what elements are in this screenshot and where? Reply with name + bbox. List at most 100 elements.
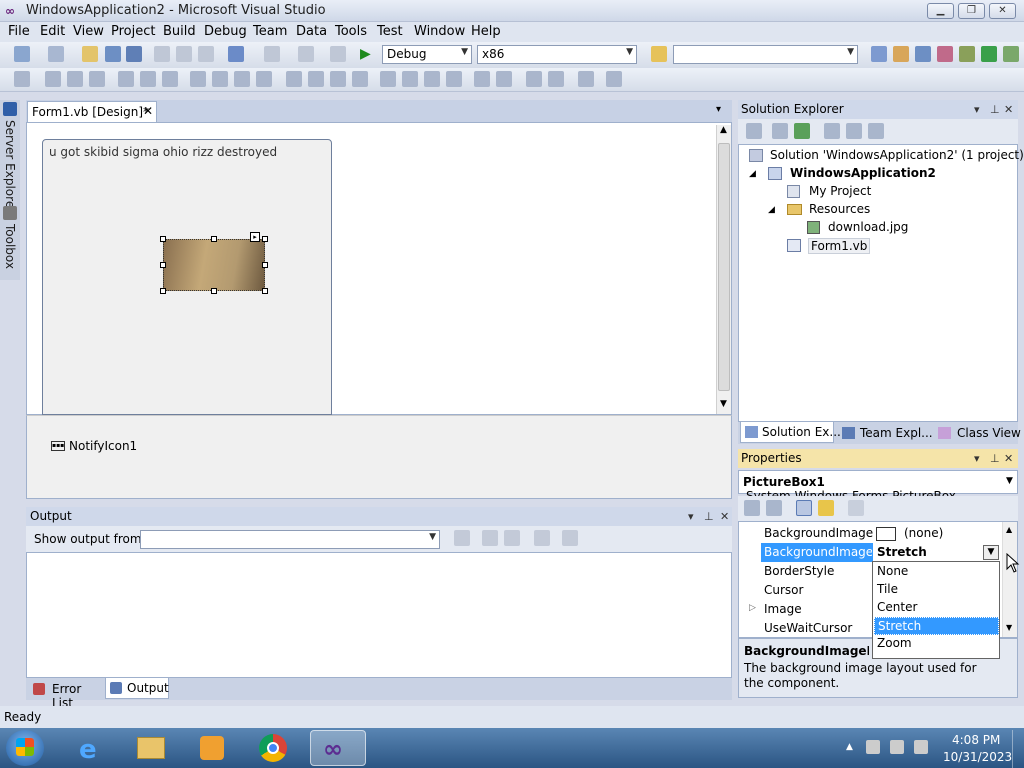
extensions-icon[interactable] — [959, 46, 975, 62]
pin-icon[interactable]: ⊥ — [990, 452, 1000, 465]
menu-edit[interactable]: Edit — [40, 24, 65, 39]
clock-date[interactable]: 10/31/2023 — [943, 750, 1012, 764]
make-same-width-icon[interactable] — [190, 71, 206, 87]
close-pane-icon[interactable]: ✕ — [720, 510, 729, 523]
menu-tools[interactable]: Tools — [335, 24, 367, 39]
increase-vertical-spacing-icon[interactable] — [402, 71, 418, 87]
dropdown-arrow-icon[interactable]: ▼ — [983, 545, 999, 560]
align-middles-icon[interactable] — [140, 71, 156, 87]
resize-handle[interactable] — [160, 236, 166, 242]
cut-icon[interactable] — [154, 46, 170, 62]
properties-view-icon[interactable] — [796, 500, 812, 516]
resize-handle[interactable] — [262, 288, 268, 294]
tab-class-view[interactable]: Class View — [938, 423, 1021, 443]
menu-debug[interactable]: Debug — [204, 24, 247, 39]
previous-message-icon[interactable] — [482, 530, 498, 546]
tab-error-list[interactable]: Error List — [30, 679, 104, 710]
view-designer-icon[interactable] — [846, 123, 862, 139]
pin-icon[interactable]: ⊥ — [704, 510, 714, 523]
remove-horizontal-spacing-icon[interactable] — [352, 71, 368, 87]
align-to-grid-icon[interactable] — [14, 71, 30, 87]
tab-order-icon[interactable] — [578, 71, 594, 87]
close-tab-icon[interactable]: ✕ — [143, 104, 153, 118]
server-explorer-tab[interactable]: Server Explorer — [3, 120, 17, 213]
align-rights-icon[interactable] — [89, 71, 105, 87]
make-same-height-icon[interactable] — [212, 71, 228, 87]
menu-build[interactable]: Build — [163, 24, 196, 39]
resize-handle[interactable] — [160, 262, 166, 268]
decrease-horizontal-spacing-icon[interactable] — [330, 71, 346, 87]
maximize-button[interactable]: ❐ — [958, 3, 985, 19]
horizontal-spacing-icon[interactable] — [286, 71, 302, 87]
network-icon[interactable] — [890, 740, 904, 754]
alphabetical-icon[interactable] — [766, 500, 782, 516]
align-tops-icon[interactable] — [118, 71, 134, 87]
collapse-arrow-icon[interactable]: ◢ — [749, 169, 756, 179]
picturebox1[interactable] — [163, 239, 265, 291]
view-class-diagram-icon[interactable] — [868, 123, 884, 139]
output-text-area[interactable] — [26, 552, 732, 678]
center-horizontally-icon[interactable] — [474, 71, 490, 87]
add-item-icon[interactable] — [48, 46, 64, 62]
resize-handle[interactable] — [262, 236, 268, 242]
tab-solution-explorer[interactable]: Solution Ex... — [740, 422, 841, 443]
window-position-icon[interactable]: ▾ — [974, 452, 980, 465]
close-button[interactable]: ✕ — [989, 3, 1016, 19]
find-combo[interactable]: ▼ — [673, 45, 858, 64]
menu-data[interactable]: Data — [296, 24, 327, 39]
resize-handle[interactable] — [160, 288, 166, 294]
resize-handle[interactable] — [211, 288, 217, 294]
save-icon[interactable] — [105, 46, 121, 62]
scrollbar-thumb[interactable] — [718, 143, 730, 391]
menu-test[interactable]: Test — [377, 24, 403, 39]
toolbox-icon[interactable] — [937, 46, 953, 62]
menu-team[interactable]: Team — [253, 24, 287, 39]
bring-to-front-icon[interactable] — [526, 71, 542, 87]
show-output-from-select[interactable]: ▼ — [140, 530, 440, 549]
resize-handle[interactable] — [262, 262, 268, 268]
clock-time[interactable]: 4:08 PM — [952, 733, 1000, 747]
show-all-files-icon[interactable] — [772, 123, 788, 139]
next-message-icon[interactable] — [504, 530, 520, 546]
menu-file[interactable]: File — [8, 24, 30, 39]
refresh-icon[interactable] — [794, 123, 810, 139]
menu-view[interactable]: View — [73, 24, 104, 39]
menu-project[interactable]: Project — [111, 24, 155, 39]
option-zoom[interactable]: Zoom — [874, 635, 999, 653]
toolbox-tab[interactable]: Toolbox — [3, 224, 17, 269]
property-pages-icon[interactable] — [848, 500, 864, 516]
vertical-spacing-icon[interactable] — [380, 71, 396, 87]
show-desktop-button[interactable] — [1012, 730, 1024, 768]
decrease-vertical-spacing-icon[interactable] — [424, 71, 440, 87]
option-center[interactable]: Center — [874, 599, 999, 617]
expand-arrow-icon[interactable]: ▷ — [749, 603, 756, 613]
new-project-icon[interactable] — [14, 46, 30, 62]
start-button[interactable] — [6, 730, 44, 766]
smart-tag-icon[interactable]: ▸ — [250, 232, 260, 242]
resize-handle[interactable] — [211, 236, 217, 242]
center-vertically-icon[interactable] — [496, 71, 512, 87]
events-icon[interactable] — [818, 500, 834, 516]
close-pane-icon[interactable]: ✕ — [1004, 452, 1013, 465]
menu-help[interactable]: Help — [471, 24, 501, 39]
solution-explorer-icon[interactable] — [871, 46, 887, 62]
toggle-word-wrap-icon[interactable] — [562, 530, 578, 546]
scroll-down-icon[interactable]: ▼ — [720, 399, 727, 409]
window-position-icon[interactable]: ▾ — [974, 103, 980, 116]
option-stretch-selected[interactable]: Stretch — [874, 617, 999, 635]
increase-horizontal-spacing-icon[interactable] — [308, 71, 324, 87]
properties-window-icon[interactable] — [893, 46, 909, 62]
tab-form1-design[interactable]: Form1.vb [Design]* — [27, 101, 157, 122]
chrome-icon[interactable] — [253, 730, 293, 766]
save-all-icon[interactable] — [126, 46, 142, 62]
property-row-selected[interactable]: BackgroundImageLa Stretch ▼ — [739, 543, 1017, 562]
collapse-arrow-icon[interactable]: ◢ — [768, 205, 775, 215]
start-page-icon[interactable] — [981, 46, 997, 62]
option-tile[interactable]: Tile — [874, 581, 999, 599]
send-to-back-icon[interactable] — [548, 71, 564, 87]
view-code-icon[interactable] — [824, 123, 840, 139]
align-bottoms-icon[interactable] — [162, 71, 178, 87]
menu-window[interactable]: Window — [414, 24, 465, 39]
object-selector[interactable]: PictureBox1 System.Windows.Forms.Picture… — [738, 470, 1018, 503]
redo-icon[interactable] — [264, 46, 280, 62]
